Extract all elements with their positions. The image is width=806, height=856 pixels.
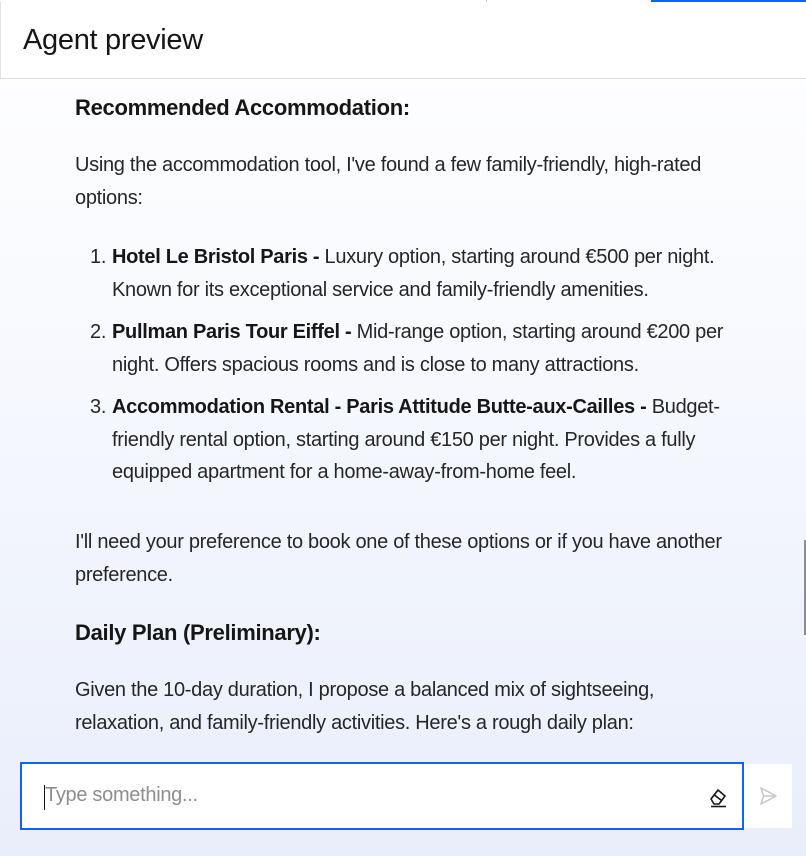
agent-preview-panel: Agent preview Recommended Accommodation:… (0, 0, 806, 856)
option-name: Pullman Paris Tour Eiffel - (112, 321, 352, 343)
clear-input-button[interactable] (704, 783, 732, 811)
daily-plan-intro: Given the 10-day duration, I propose a b… (75, 678, 655, 734)
accommodation-intro: Using the accommodation tool, I've found… (75, 154, 702, 209)
option-name: Hotel Le Bristol Paris - (112, 246, 320, 268)
list-item: 2. Pullman Paris Tour Eiffel - Mid-range … (75, 316, 735, 381)
daily-plan-heading: Daily Plan (Preliminary): (75, 619, 321, 645)
send-button[interactable] (744, 764, 792, 828)
send-icon (760, 787, 777, 805)
message-input-container[interactable]: Type something... (20, 762, 744, 830)
list-item-number: 3. (90, 396, 107, 418)
eraser-icon (710, 789, 726, 808)
list-item: 3. Accommodation Rental - Paris Attitude … (75, 391, 735, 489)
option-name: Accommodation Rental - Paris Attitude Bu… (112, 396, 647, 418)
agent-message: Recommended Accommodation: Using the acc… (75, 80, 735, 740)
page-title: Agent preview (23, 24, 203, 56)
accommodation-options-list: 1. Hotel Le Bristol Paris - Luxury option… (75, 241, 735, 489)
list-item-number: 2. (90, 321, 107, 343)
preference-note: I'll need your preference to book one of… (75, 530, 722, 586)
list-item: 1. Hotel Le Bristol Paris - Luxury option… (75, 241, 735, 306)
accommodation-heading: Recommended Accommodation: (75, 95, 410, 120)
message-input-placeholder[interactable]: Type something... (45, 784, 198, 807)
panel-header: Agent preview (0, 2, 806, 79)
list-item-number: 1. (90, 246, 107, 268)
